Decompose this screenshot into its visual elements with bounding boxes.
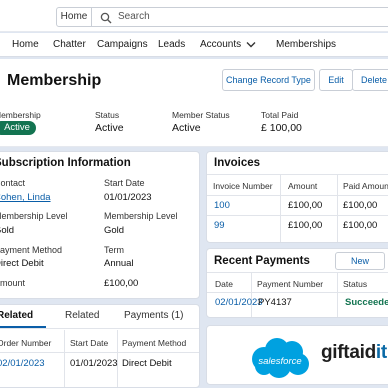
- tab-related-2[interactable]: Related: [65, 310, 99, 321]
- salesforce-logo-text: salesforce: [258, 356, 301, 367]
- giftaid-logo-suffix: it: [375, 342, 387, 363]
- payments-column-divider: [251, 272, 252, 317]
- payment-method-value: Direct Debit: [0, 258, 44, 269]
- membership-level-label: Membership Level: [0, 211, 68, 221]
- invoice-link[interactable]: 100: [214, 200, 230, 211]
- invoice-number-column-header[interactable]: Invoice Number: [213, 181, 273, 191]
- payment-number-column-header[interactable]: Payment Number: [257, 279, 323, 289]
- nav-item-leads[interactable]: Leads: [158, 39, 185, 50]
- new-payment-button[interactable]: New: [335, 252, 385, 270]
- membership-level-value: Gold: [0, 225, 15, 236]
- nav-item-home[interactable]: Home: [12, 39, 39, 50]
- giftaid-logo-main: giftaid: [321, 342, 376, 363]
- subscription-information-card: [0, 151, 200, 299]
- tab-payments[interactable]: Payments (1): [124, 310, 183, 321]
- payment-date-column-header[interactable]: Date: [215, 279, 233, 289]
- contact-label: Contact: [0, 178, 26, 188]
- invoice-amount: £100,00: [288, 200, 323, 211]
- amount-column-header[interactable]: Amount: [288, 181, 317, 191]
- salesforce-logo: salesforce: [252, 338, 309, 378]
- giftaid-logo: giftaidit: [321, 342, 387, 364]
- payment-method-label: Payment Method: [0, 245, 63, 255]
- highlight-status-value: Active: [95, 122, 124, 134]
- nav-item-chatter[interactable]: Chatter: [53, 39, 86, 50]
- highlight-member-status-value: Active: [172, 122, 201, 134]
- order-number-column-header[interactable]: Order Number: [0, 338, 51, 348]
- invoice-paid-amount: £100,00: [343, 220, 378, 231]
- payments-column-divider: [337, 272, 338, 317]
- nav-item-campaigns[interactable]: Campaigns: [97, 39, 148, 50]
- subscription-card-title: Subscription Information: [0, 157, 131, 169]
- payment-date-link[interactable]: 02/01/2023: [215, 297, 263, 308]
- related-column-divider: [64, 330, 65, 387]
- paid-amount-column-header[interactable]: Paid Amount: [343, 181, 388, 191]
- recent-payments-title: Recent Payments: [214, 255, 310, 267]
- global-header: Home Search: [0, 0, 388, 32]
- related-row-divider: [0, 352, 199, 353]
- payment-status: Succeeded: [345, 297, 388, 308]
- change-record-type-button[interactable]: Change Record Type: [222, 69, 315, 91]
- edit-button[interactable]: Edit: [319, 69, 353, 91]
- amount-value: £100,00: [104, 278, 139, 289]
- delete-button[interactable]: Delete: [352, 69, 388, 91]
- invoice-paid-amount: £100,00: [343, 200, 378, 211]
- status-badge: Active: [0, 121, 36, 135]
- payment-method-column-header[interactable]: Payment Method: [122, 338, 186, 348]
- payment-number: PY4137: [258, 297, 292, 308]
- term-label: Term: [104, 245, 124, 255]
- start-date-value: 01/01/2023: [104, 192, 152, 203]
- nav-item-memberships[interactable]: Memberships: [276, 39, 336, 50]
- page-title: Membership: [7, 72, 102, 89]
- related-tabs-divider: [0, 328, 199, 329]
- order-payment-method: Direct Debit: [122, 358, 172, 369]
- app-navigation-bar: Home Chatter Campaigns Leads Accounts Me…: [0, 33, 388, 57]
- nav-item-accounts[interactable]: Accounts: [200, 39, 241, 50]
- search-placeholder: Search: [118, 11, 150, 22]
- start-date-label: Start Date: [104, 178, 145, 188]
- highlight-member-status-label: Member Status: [172, 110, 230, 120]
- chevron-down-icon[interactable]: [246, 41, 256, 48]
- tab-related[interactable]: Related: [0, 310, 33, 321]
- invoices-column-divider: [337, 174, 338, 242]
- invoices-row-divider: [207, 195, 388, 196]
- invoices-column-divider: [280, 174, 281, 242]
- invoices-header-divider: [207, 174, 388, 175]
- highlight-total-paid-label: Total Paid: [261, 110, 299, 120]
- order-number-link[interactable]: 02/01/2023: [0, 358, 45, 369]
- payment-status-column-header[interactable]: Status: [343, 279, 367, 289]
- invoices-card-title: Invoices: [214, 157, 261, 169]
- highlight-membership-label: Membership: [0, 110, 41, 120]
- payments-header-divider: [207, 272, 388, 273]
- highlight-status-label: Status: [95, 110, 120, 120]
- search-scope-selector[interactable]: Home: [56, 7, 92, 27]
- search-icon: [100, 12, 112, 24]
- payments-row-divider: [207, 292, 388, 293]
- amount-label: Amount: [0, 278, 26, 288]
- invoices-row-divider: [207, 215, 388, 216]
- invoice-amount: £100,00: [288, 220, 323, 231]
- highlight-total-paid-value: £ 100,00: [261, 122, 302, 134]
- membership-level-value-2: Gold: [104, 225, 125, 236]
- order-start-date: 01/01/2023: [70, 358, 118, 369]
- term-value: Annual: [104, 258, 134, 269]
- membership-level-label-2: Membership Level: [104, 211, 178, 221]
- global-search-input[interactable]: Search: [91, 7, 388, 27]
- contact-link[interactable]: Cohen, Linda: [0, 192, 51, 203]
- invoice-link[interactable]: 99: [214, 220, 225, 231]
- start-date-column-header[interactable]: Start Date: [70, 338, 108, 348]
